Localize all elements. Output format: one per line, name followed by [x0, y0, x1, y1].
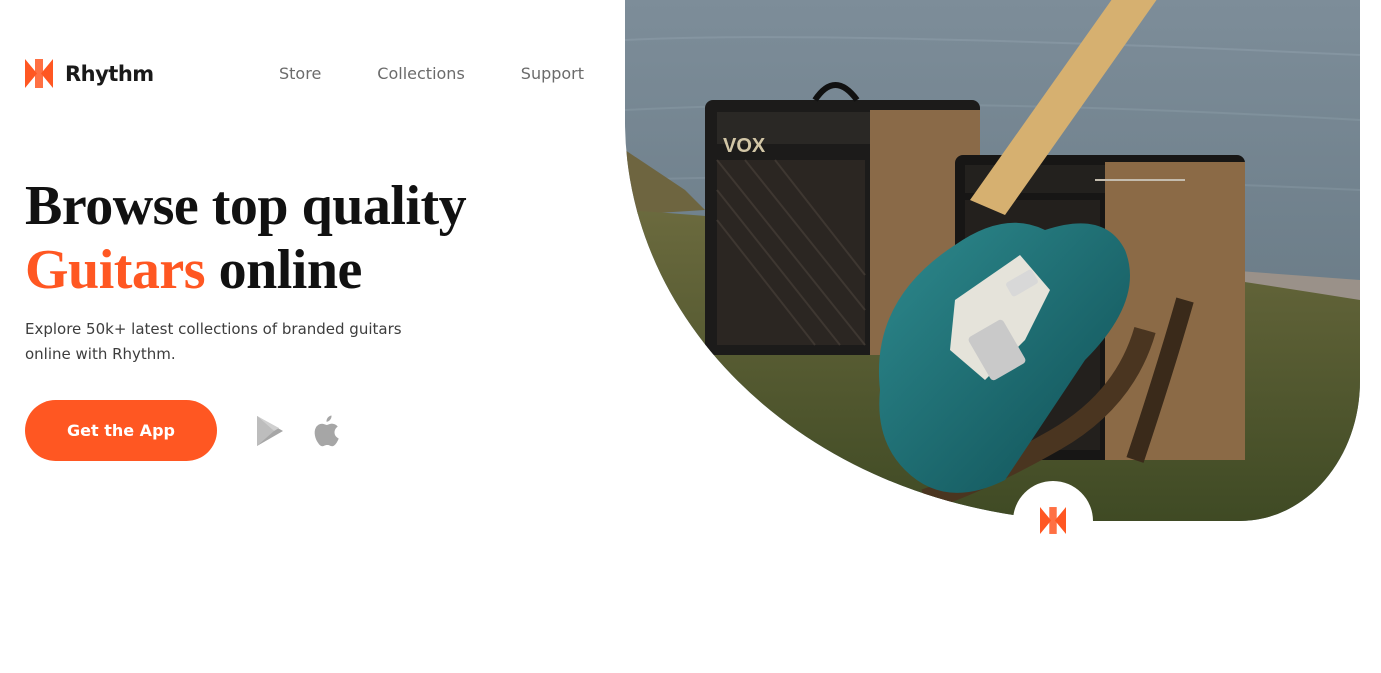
hero-image: VOX [625, 0, 1360, 521]
nav-support-link[interactable]: Support [521, 64, 584, 83]
headline-line1: Browse top quality [25, 175, 467, 237]
nav-collections-link[interactable]: Collections [377, 64, 464, 83]
brand-logo[interactable]: Rhythm [25, 59, 154, 88]
rhythm-logo-icon [1040, 507, 1066, 534]
hero-headline: Browse top quality Guitars online [25, 174, 467, 302]
rhythm-logo-icon [25, 59, 53, 88]
svg-text:VOX: VOX [723, 135, 766, 157]
headline-accent: Guitars [25, 239, 206, 301]
main-nav: Store Collections Support [279, 64, 584, 83]
brand-name: Rhythm [65, 61, 154, 86]
apple-icon[interactable] [311, 414, 341, 448]
brand-badge [1013, 481, 1093, 561]
nav-store-link[interactable]: Store [279, 64, 321, 83]
google-play-icon[interactable] [255, 414, 285, 448]
headline-line2-rest: online [205, 239, 363, 301]
get-app-button[interactable]: Get the App [25, 400, 217, 461]
guitar-amps-photo: VOX [625, 0, 1360, 521]
hero-subtitle: Explore 50k+ latest collections of brand… [25, 320, 402, 363]
